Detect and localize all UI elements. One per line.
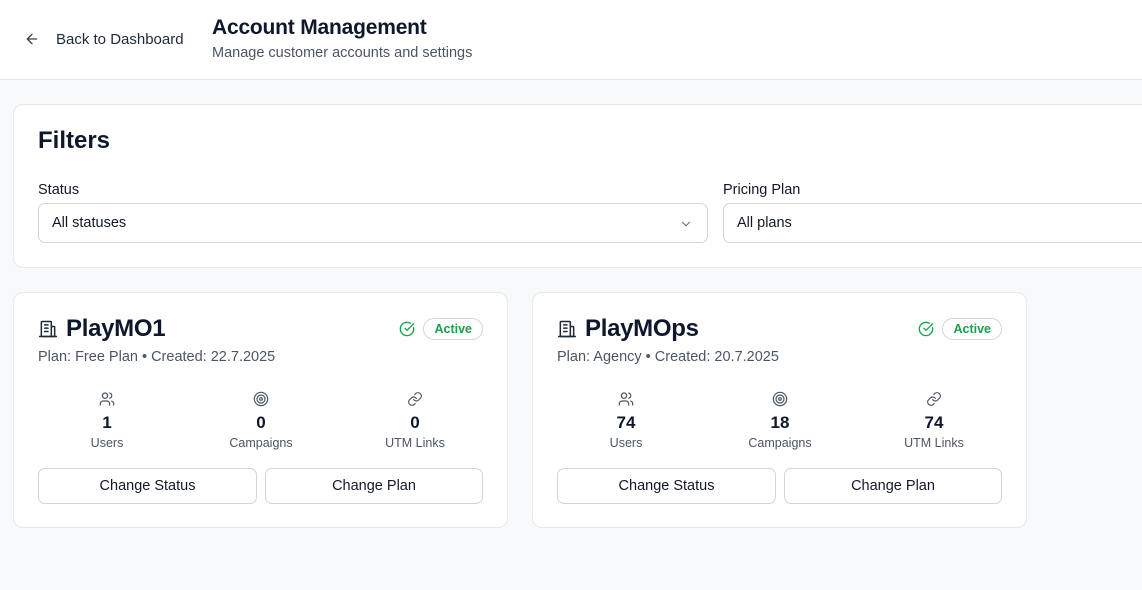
account-meta: Plan: Free Plan • Created: 22.7.2025	[38, 349, 276, 365]
page-title: Account Management	[212, 16, 427, 39]
building-icon	[38, 320, 58, 338]
account-header: PlayMOps	[557, 315, 699, 343]
back-label: Back to Dashboard	[56, 30, 184, 48]
target-icon	[772, 391, 788, 407]
stat-campaigns: 0 Campaigns	[206, 391, 316, 450]
account-stats: 1 Users 0 Campaigns 0 UTM Links	[38, 391, 484, 451]
status-filter-label: Status	[38, 182, 80, 198]
change-status-button[interactable]: Change Status	[557, 468, 776, 504]
account-card: PlayMO1 Active Plan: Free Plan • Created…	[13, 292, 508, 528]
stat-utm-links: 74 UTM Links	[879, 391, 989, 450]
filters-title: Filters	[38, 127, 111, 154]
stat-label: UTM Links	[904, 436, 964, 450]
change-plan-button[interactable]: Change Plan	[784, 468, 1002, 504]
status-filter-select[interactable]: All statuses	[38, 203, 708, 243]
status-indicator: Active	[918, 318, 1002, 340]
stat-value: 0	[410, 413, 420, 432]
chevron-down-icon	[681, 221, 691, 227]
account-stats: 74 Users 18 Campaigns 74 UTM Links	[557, 391, 1003, 451]
account-name: PlayMO1	[66, 315, 166, 342]
building-icon	[557, 320, 577, 338]
users-icon	[618, 392, 634, 406]
status-badge: Active	[423, 318, 483, 340]
plan-filter-label: Pricing Plan	[723, 182, 801, 198]
stat-users: 1 Users	[52, 391, 162, 450]
stat-value: 74	[616, 413, 636, 432]
stat-label: Campaigns	[229, 436, 293, 450]
stat-value: 0	[256, 413, 266, 432]
stat-utm-links: 0 UTM Links	[360, 391, 470, 450]
title-block: Account Management Manage customer accou…	[212, 16, 472, 61]
account-header: PlayMO1	[38, 315, 166, 343]
link-icon	[408, 392, 422, 406]
back-to-dashboard-link[interactable]: Back to Dashboard	[24, 28, 184, 50]
users-icon	[99, 392, 115, 406]
stat-value: 74	[924, 413, 944, 432]
account-card: PlayMOps Active Plan: Agency • Created: …	[532, 292, 1027, 528]
account-meta: Plan: Agency • Created: 20.7.2025	[557, 349, 779, 365]
page-subtitle: Manage customer accounts and settings	[212, 45, 473, 61]
stat-value: 1	[102, 413, 112, 432]
account-name: PlayMOps	[585, 315, 699, 342]
status-badge: Active	[942, 318, 1002, 340]
check-circle-icon	[400, 321, 415, 337]
stat-label: Users	[609, 436, 643, 450]
change-status-button[interactable]: Change Status	[38, 468, 257, 504]
plan-filter-select[interactable]: All plans	[723, 203, 1142, 243]
page-header: Back to Dashboard Account Management Man…	[0, 0, 1142, 80]
stat-campaigns: 18 Campaigns	[725, 391, 835, 450]
link-icon	[927, 392, 941, 406]
stat-label: Campaigns	[748, 436, 812, 450]
change-plan-button[interactable]: Change Plan	[265, 468, 483, 504]
check-circle-icon	[919, 321, 934, 337]
target-icon	[253, 391, 269, 407]
filters-panel: Filters Status All statuses Pricing Plan…	[13, 104, 1142, 268]
status-indicator: Active	[399, 318, 483, 340]
arrow-left-icon	[26, 33, 38, 45]
stat-value: 18	[770, 413, 790, 432]
status-filter-value: All statuses	[52, 215, 127, 231]
stat-users: 74 Users	[571, 391, 681, 450]
stat-label: UTM Links	[385, 436, 445, 450]
plan-filter-value: All plans	[737, 215, 792, 231]
stat-label: Users	[90, 436, 124, 450]
